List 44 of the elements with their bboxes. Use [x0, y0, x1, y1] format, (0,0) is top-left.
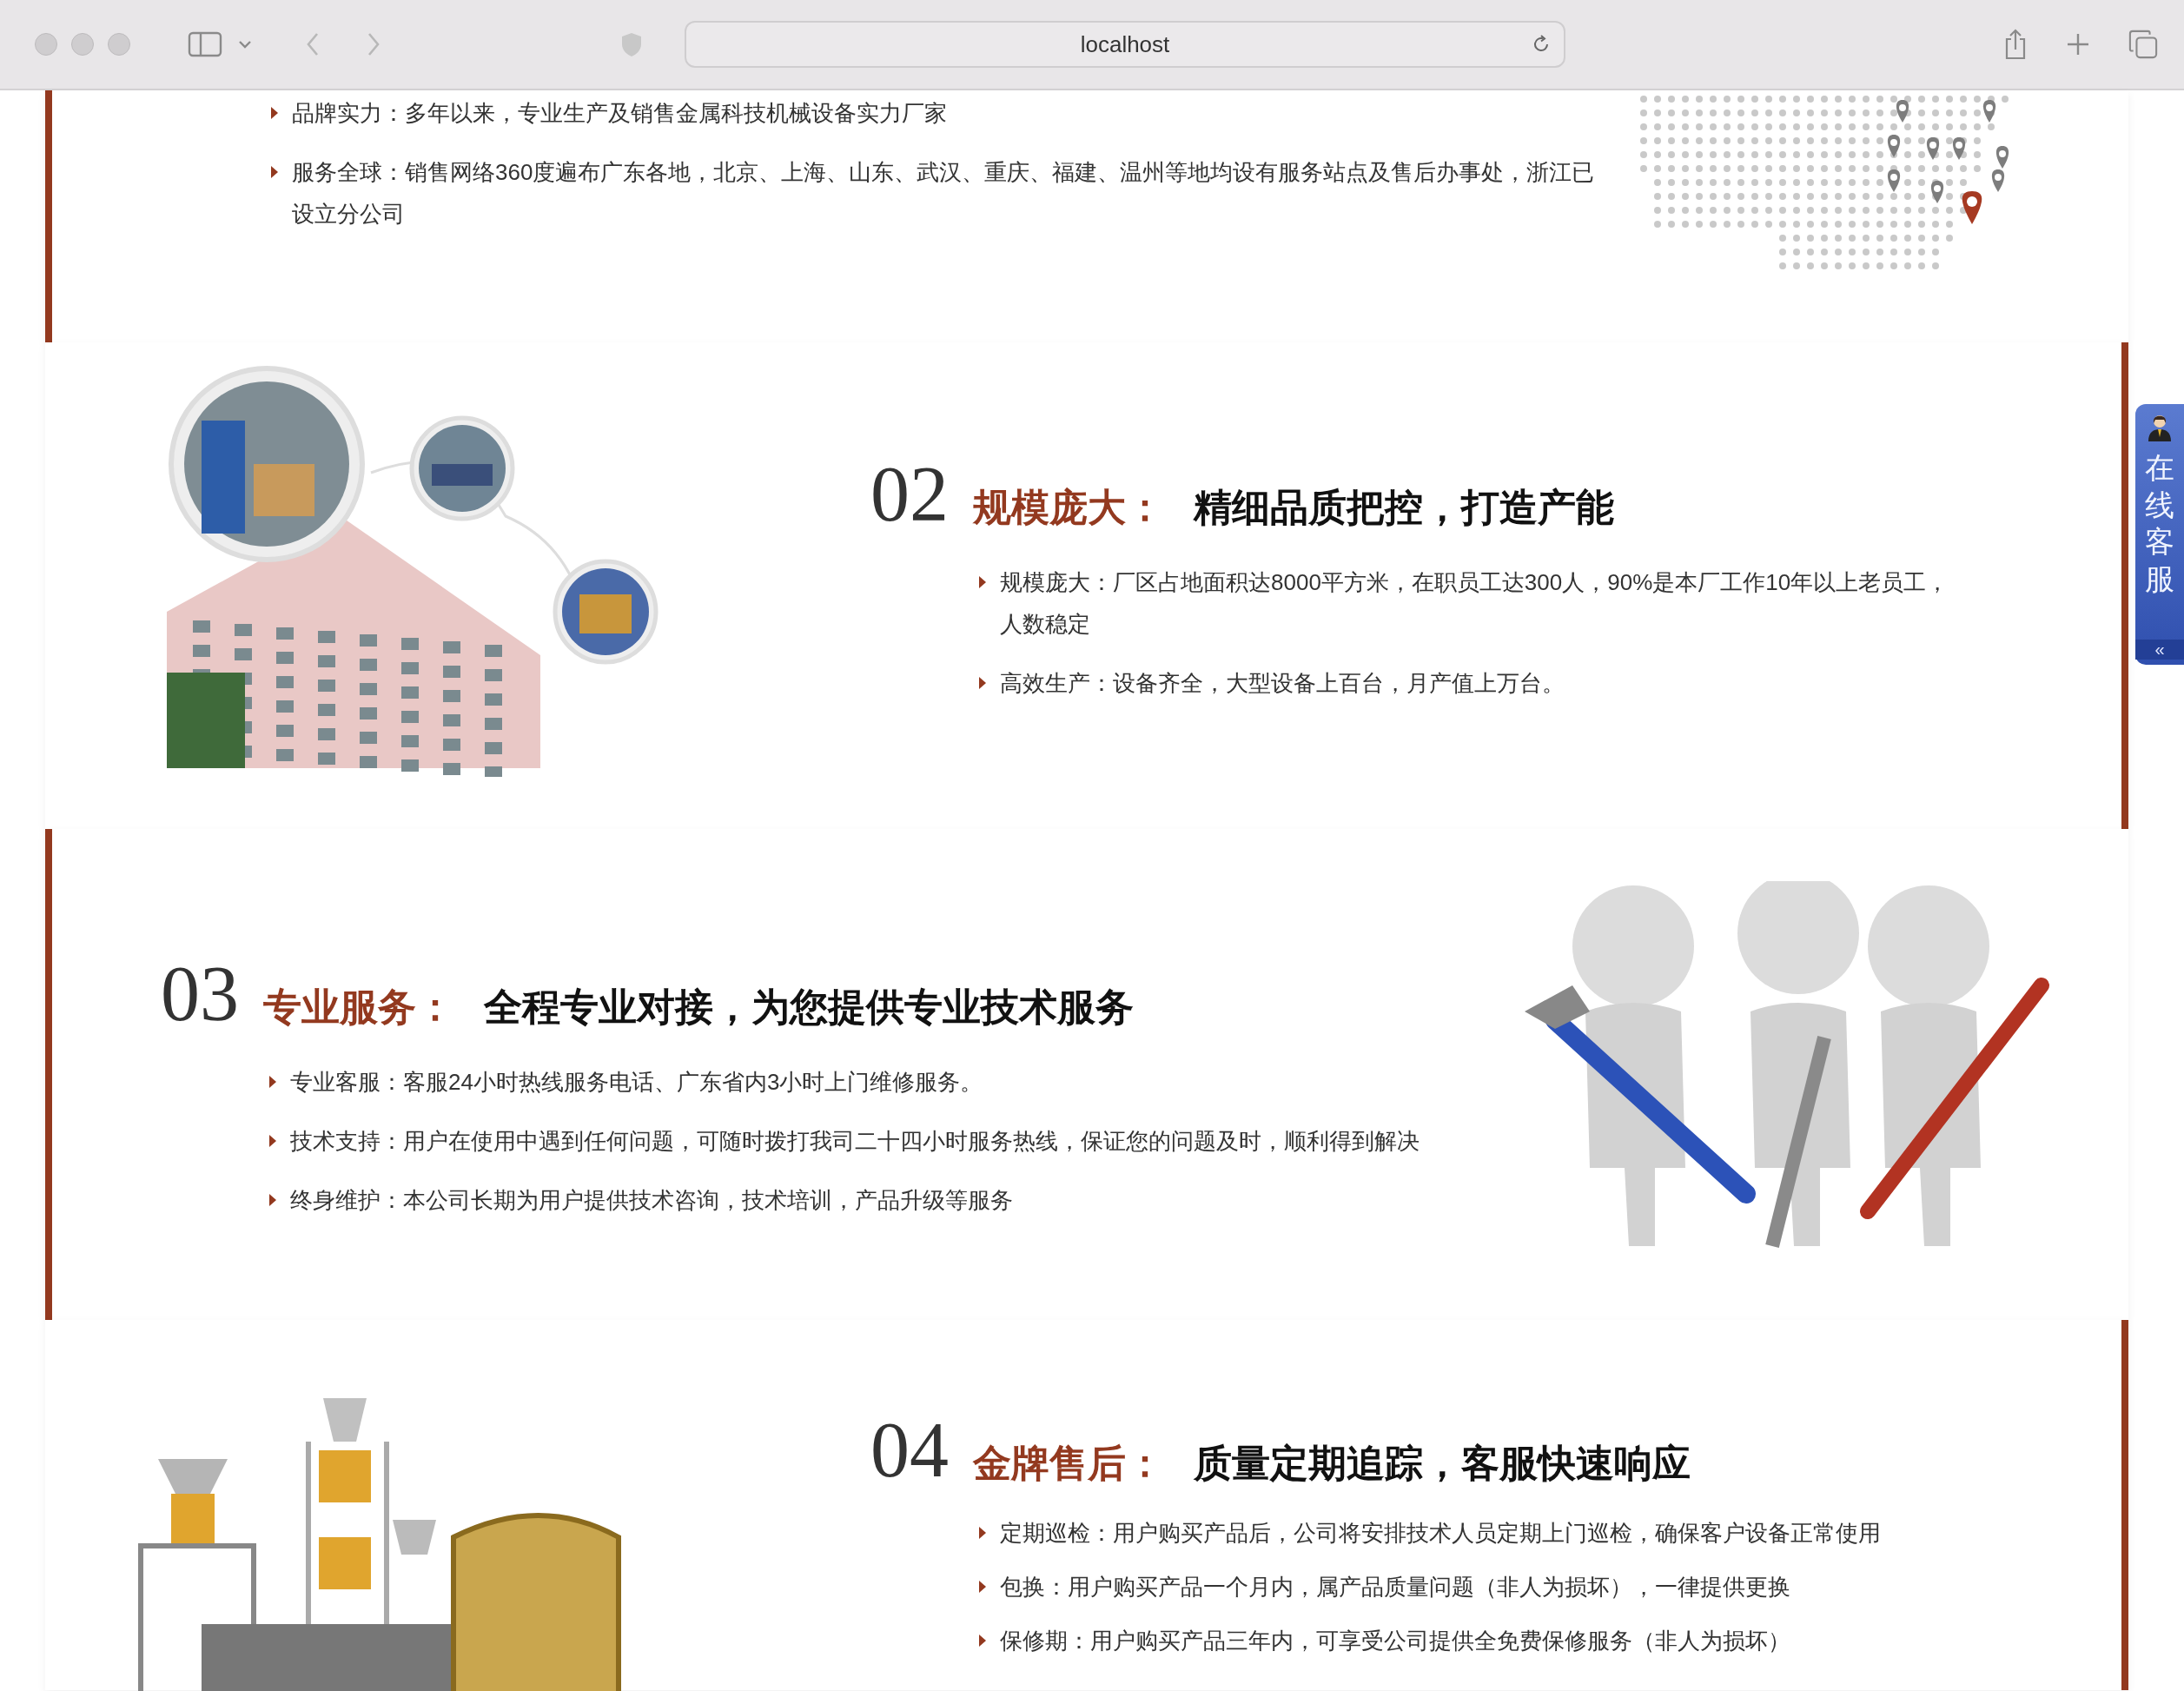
section-number: 02: [870, 455, 949, 534]
bullet-icon: [271, 107, 278, 119]
bullet-icon: [269, 1135, 276, 1147]
close-window-icon[interactable]: [35, 33, 57, 56]
bullet-text: 专业客服：客服24小时热线服务电话、广东省内3小时上门维修服务。: [290, 1068, 983, 1097]
bullet-icon: [979, 677, 986, 689]
bullet-text: 终身维护：本公司长期为用户提供技术咨询，技术培训，产品升级等服务: [290, 1186, 1013, 1215]
section-headline: 全程专业对接，为您提供专业技术服务: [484, 985, 1134, 1030]
bullet-icon: [979, 1527, 986, 1539]
bullet-text: 服务全球：销售网络360度遍布广东各地，北京、上海、山东、武汉、重庆、福建、温州等地均设有服务站点及售后办事处，浙江已设立分公司: [292, 158, 1596, 229]
bullet-text: 规模庞大：厂区占地面积达8000平方米，在职员工达300人，90%是本厂工作10年以上老员工，人数稳定: [1000, 568, 1950, 639]
tabs-overview-icon[interactable]: [2128, 30, 2158, 59]
share-icon[interactable]: [2003, 29, 2028, 60]
bullet-text: 高效生产：设备齐全，大型设备上百台，月产值上万台。: [1000, 669, 1565, 698]
collapse-button[interactable]: «: [2135, 640, 2184, 660]
person-icon: [2147, 413, 2173, 442]
address-bar[interactable]: localhost: [685, 21, 1565, 68]
new-tab-icon[interactable]: [2066, 32, 2090, 56]
bullet-icon: [979, 1635, 986, 1647]
bullet-text: 定期巡检：用户购买产品后，公司将安排技术人员定期上门巡检，确保客户设备正常使用: [1000, 1519, 1881, 1548]
online-service-widget[interactable]: 在线客服 «: [2135, 404, 2184, 665]
bullet-text: 保修期：用户购买产品三年内，可享受公司提供全免费保修服务（非人为损坏）: [1000, 1627, 1790, 1655]
section-number: 03: [161, 955, 239, 1033]
section-category: 金牌售后：: [973, 1441, 1164, 1486]
forward-icon[interactable]: [367, 32, 381, 56]
bullet-icon: [979, 576, 986, 588]
bullet-icon: [269, 1194, 276, 1206]
bullet-icon: [979, 1581, 986, 1593]
zoom-window-icon[interactable]: [108, 33, 130, 56]
chevron-down-icon[interactable]: [238, 40, 252, 49]
bullet-text: 品牌实力：多年以来，专业生产及销售金属科技机械设备实力厂家: [292, 99, 947, 128]
bullet-text: 包换：用户购买产品一个月内，属产品质量问题（非人为损坏），一律提供更换: [1000, 1573, 1790, 1601]
minimize-window-icon[interactable]: [71, 33, 94, 56]
bullet-text: 技术支持：用户在使用中遇到任何问题，可随时拨打我司二十四小时服务热线，保证您的问题及时，顺利得到解决: [290, 1127, 1420, 1156]
section-headline: 精细品质把控，打造产能: [1194, 485, 1614, 530]
section-headline: 质量定期追踪，客服快速响应: [1194, 1441, 1691, 1486]
chat-label: 在线客服: [2145, 450, 2174, 597]
bullet-icon: [271, 166, 278, 178]
bullet-icon: [269, 1076, 276, 1088]
back-icon[interactable]: [306, 32, 320, 56]
sidebar-icon[interactable]: [188, 31, 222, 57]
section-number: 04: [870, 1411, 949, 1489]
section-category: 专业服务：: [263, 985, 454, 1030]
section-category: 规模庞大：: [973, 485, 1164, 530]
